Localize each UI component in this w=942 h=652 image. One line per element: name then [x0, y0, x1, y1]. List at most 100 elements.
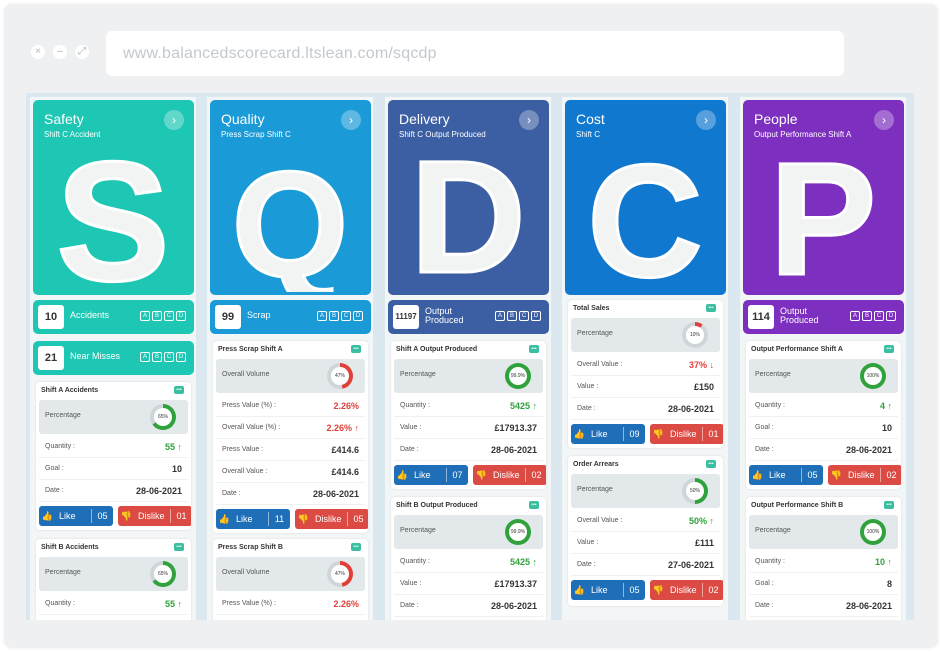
comment-icon[interactable]: ••• [351, 543, 361, 551]
metric-card: Output Performance Shift A ••• Percentag… [746, 341, 901, 489]
row-value: 28-06-2021 [845, 445, 892, 455]
card-title: Output Performance Shift A [751, 346, 843, 353]
delivery-letter: D [410, 142, 526, 292]
like-button[interactable]: 👍 Like 07 [394, 465, 468, 485]
people-letter-calendar: P [768, 142, 878, 292]
percentage-label: Overall Volume [222, 569, 270, 576]
shift-c[interactable]: C [519, 311, 529, 321]
url-text: www.balancedscorecard.ltslean.com/sqcdp [123, 44, 437, 62]
dislike-button[interactable]: 👎 Dislike 01 [118, 506, 191, 526]
quality-hero-card[interactable]: Quality Press Scrap Shift C › Q [210, 100, 371, 295]
dislike-button[interactable]: 👎 Dislike 02 [828, 465, 901, 485]
row-label: Date : [577, 561, 596, 568]
shift-b[interactable]: B [507, 311, 517, 321]
like-button[interactable]: 👍 Like 11 [216, 509, 290, 529]
kpi-label: Scrap [247, 310, 271, 320]
shift-b[interactable]: B [152, 311, 162, 321]
safety-hero-card[interactable]: Safety Shift C Accident › S [33, 100, 194, 295]
people-hero-card[interactable]: People Output Performance Shift A › P [743, 100, 904, 295]
shift-selector: ABCD [850, 311, 896, 321]
like-count: 05 [91, 509, 113, 523]
dislike-button[interactable]: 👎 Dislike 01 [650, 424, 723, 444]
shift-b[interactable]: B [329, 311, 339, 321]
shift-d[interactable]: D [176, 352, 186, 362]
shift-c[interactable]: C [164, 352, 174, 362]
row-label: Quantity : [755, 558, 785, 565]
safety-kpi-accidents[interactable]: 10 Accidents ABCD [33, 300, 194, 334]
delivery-kpi-output[interactable]: 11197 Output Produced ABCD [388, 300, 549, 334]
shift-b[interactable]: B [152, 352, 162, 362]
comment-icon[interactable]: ••• [529, 345, 539, 353]
minimize-icon[interactable]: – [53, 45, 67, 59]
card-row: Quantity : 55 ↑ [39, 595, 188, 615]
row-value: 10 [171, 464, 182, 474]
shift-a[interactable]: A [317, 311, 327, 321]
card-title: Order Arrears [573, 461, 619, 468]
dislike-button[interactable]: 👎 Dislike 02 [650, 580, 723, 600]
comment-icon[interactable]: ••• [706, 460, 716, 468]
vote-buttons: 👍 Like 11 👎 Dislike 05 [216, 509, 368, 529]
row-value: 55 ↑ [164, 442, 182, 452]
shift-a[interactable]: A [850, 311, 860, 321]
card-row: Date : 28-06-2021 [39, 482, 188, 502]
dislike-button[interactable]: 👎 Dislike 05 [295, 509, 368, 529]
chevron-right-icon[interactable]: › [519, 110, 539, 130]
safety-letter-calendar: S [55, 142, 171, 292]
shift-d[interactable]: D [176, 311, 186, 321]
people-kpi-output[interactable]: 114 Output Produced ABCD [743, 300, 904, 334]
maximize-icon[interactable]: ⤢ [75, 45, 89, 59]
like-button[interactable]: 👍 Like 05 [571, 580, 645, 600]
metric-card: Order Arrears ••• Percentage 50% Overall… [568, 456, 723, 606]
row-label: Goal : [755, 580, 774, 587]
shift-d[interactable]: D [886, 311, 896, 321]
shift-a[interactable]: A [140, 311, 150, 321]
shift-d[interactable]: D [353, 311, 363, 321]
percentage-panel: Overall Volume 47% [216, 557, 365, 591]
comment-icon[interactable]: ••• [174, 543, 184, 551]
chevron-right-icon[interactable]: › [874, 110, 894, 130]
card-title: Shift A Output Produced [396, 346, 478, 353]
dislike-label: Dislike [138, 511, 165, 521]
like-button[interactable]: 👍 Like 05 [39, 506, 113, 526]
card-row: Quantity : 5425 ↑ [394, 397, 543, 417]
quality-column: Quality Press Scrap Shift C › Q 99 Scrap… [207, 97, 373, 620]
comment-icon[interactable]: ••• [529, 501, 539, 509]
comment-icon[interactable]: ••• [174, 386, 184, 394]
row-label: Press Value (%) : [222, 600, 276, 607]
comment-icon[interactable]: ••• [884, 501, 894, 509]
shift-c[interactable]: C [874, 311, 884, 321]
shift-a[interactable]: A [140, 352, 150, 362]
like-count: 11 [268, 512, 290, 526]
safety-kpi-near-misses[interactable]: 21 Near Misses ABCD [33, 341, 194, 375]
address-bar[interactable]: www.balancedscorecard.ltslean.com/sqcdp [106, 31, 844, 76]
row-value: 50% ↑ [688, 516, 714, 526]
ring-value: 65% [154, 408, 172, 426]
percentage-label: Percentage [755, 371, 791, 378]
delivery-hero-card[interactable]: Delivery Shift C Output Produced › D [388, 100, 549, 295]
chevron-right-icon[interactable]: › [696, 110, 716, 130]
like-button[interactable]: 👍 Like 05 [749, 465, 823, 485]
chevron-right-icon[interactable]: › [164, 110, 184, 130]
safety-column: Safety Shift C Accident › S 10 Accidents… [30, 97, 196, 620]
shift-d[interactable]: D [531, 311, 541, 321]
like-label: Like [236, 514, 253, 524]
shift-c[interactable]: C [164, 311, 174, 321]
shift-a[interactable]: A [495, 311, 505, 321]
comment-icon[interactable]: ••• [706, 304, 716, 312]
percentage-label: Overall Volume [222, 371, 270, 378]
kpi-label-line2: Produced [425, 315, 464, 325]
comment-icon[interactable]: ••• [884, 345, 894, 353]
cost-hero-card[interactable]: Cost Shift C › C [565, 100, 726, 295]
shift-c[interactable]: C [341, 311, 351, 321]
comment-icon[interactable]: ••• [351, 345, 361, 353]
chevron-right-icon[interactable]: › [341, 110, 361, 130]
quality-kpi-scrap[interactable]: 99 Scrap ABCD [210, 300, 371, 334]
dislike-button[interactable]: 👎 Dislike 02 [473, 465, 546, 485]
row-label: Quantity : [400, 402, 430, 409]
shift-b[interactable]: B [862, 311, 872, 321]
dislike-count: 05 [347, 512, 368, 526]
card-row: Overall Value : 50% ↑ [571, 512, 720, 532]
like-button[interactable]: 👍 Like 09 [571, 424, 645, 444]
vote-buttons: 👍 Like 05 👎 Dislike 02 [571, 580, 723, 600]
close-icon[interactable]: × [31, 45, 45, 59]
